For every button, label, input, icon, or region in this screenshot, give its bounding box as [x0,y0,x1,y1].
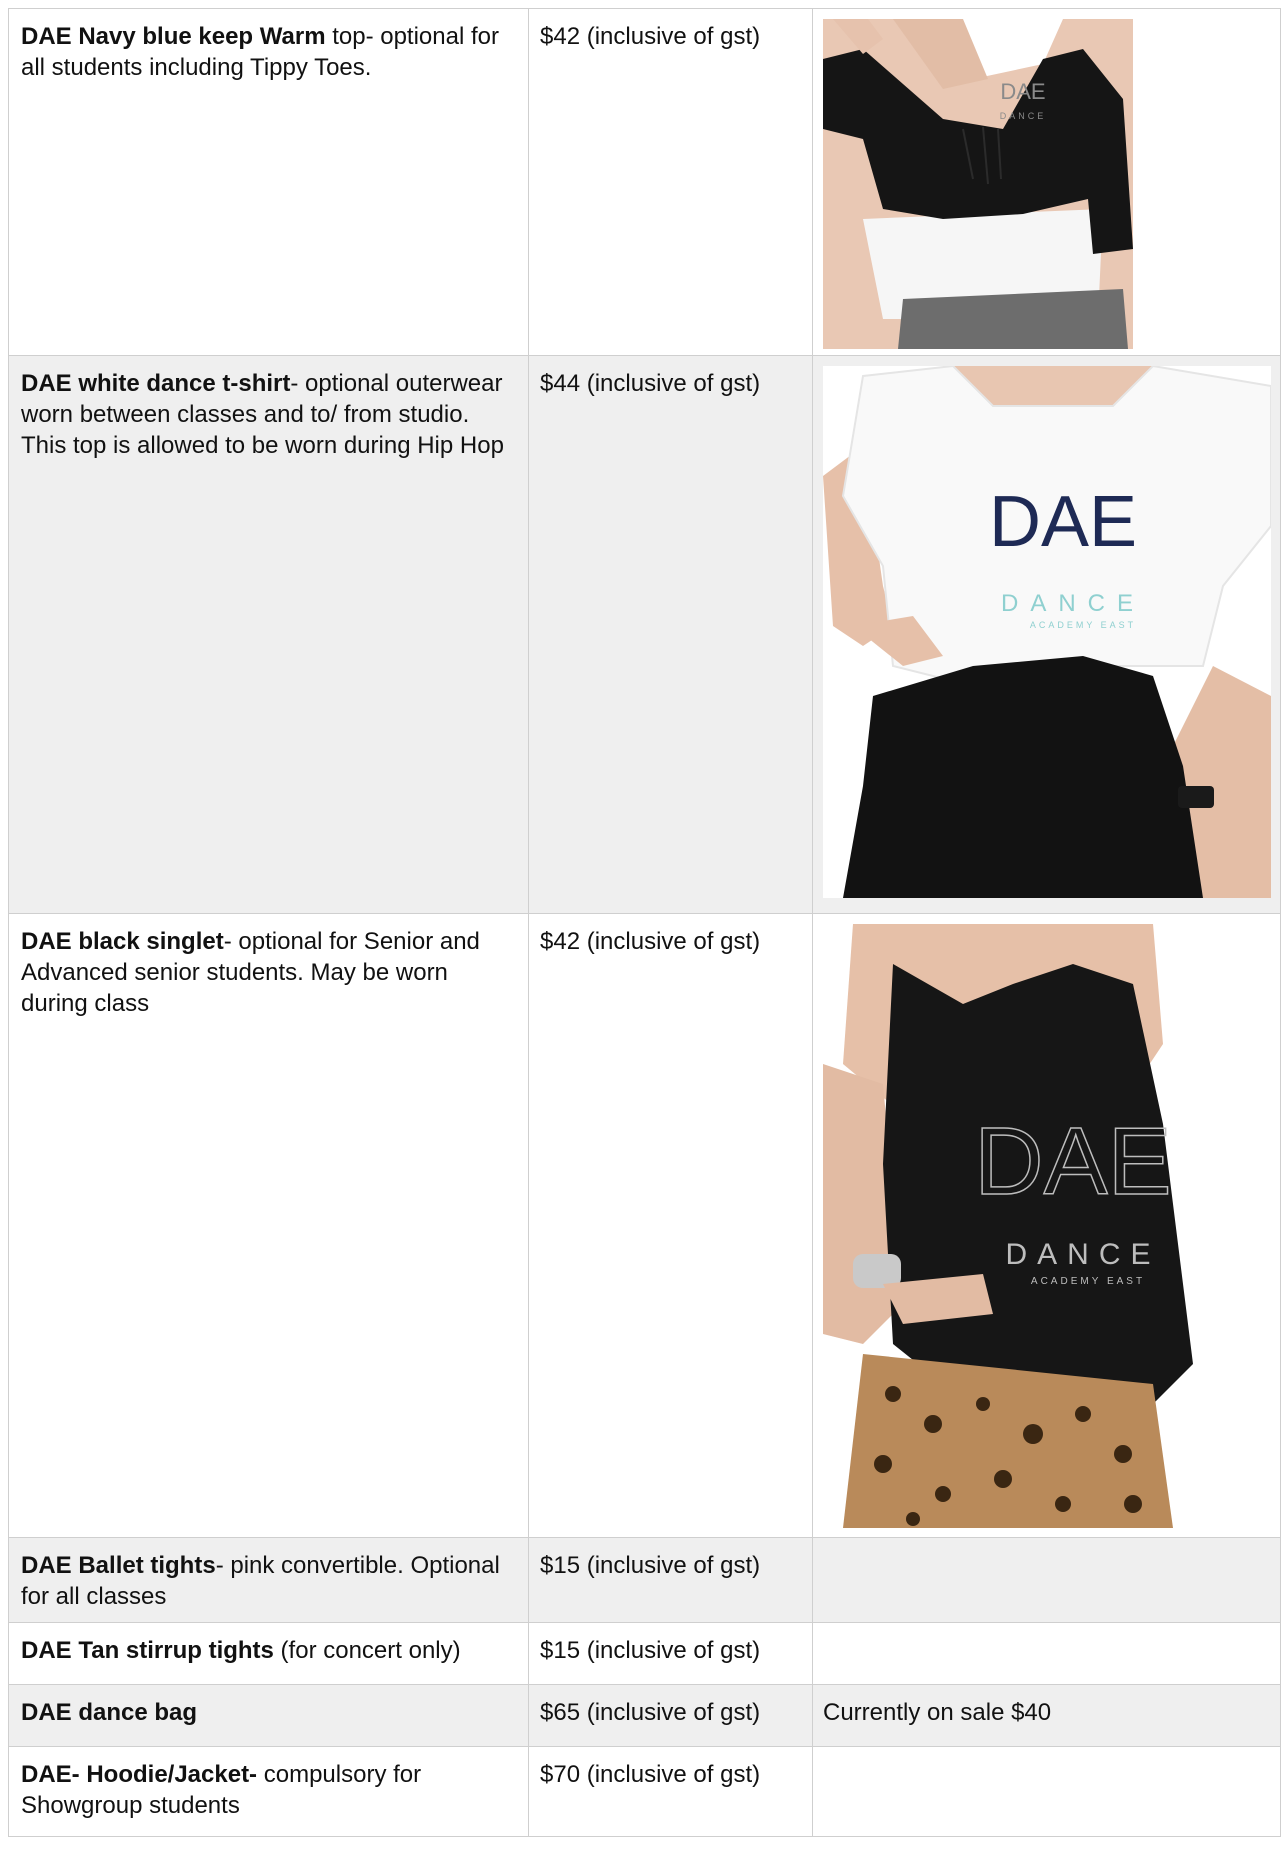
table-row: DAE Navy blue keep Warm top- optional fo… [8,8,1281,356]
item-name: DAE dance bag [21,1699,198,1726]
item-price-cell: $42 (inclusive of gst) [528,8,813,356]
item-price-cell: $70 (inclusive of gst) [528,1746,813,1837]
item-price-cell: $15 (inclusive of gst) [528,1622,813,1685]
item-note-cell [812,1537,1281,1623]
black-singlet-photo: DAE DANCE ACADEMY EAST [823,924,1213,1528]
item-name: DAE white dance t-shirt [21,370,291,397]
uniform-price-table: DAE Navy blue keep Warm top- optional fo… [8,8,1281,1837]
table-row: DAE- Hoodie/Jacket- compulsory for Showg… [8,1746,1281,1837]
item-note: Currently on sale $40 [823,1699,1052,1726]
item-price-cell: $42 (inclusive of gst) [528,913,813,1538]
item-note [813,1538,1280,1550]
item-note [813,1747,1280,1759]
item-price: $70 (inclusive of gst) [540,1761,761,1788]
logo-letters: DAE [1000,79,1045,104]
item-price: $42 (inclusive of gst) [540,23,761,50]
logo-letters: DAE [989,482,1137,562]
logo-word: DANCE [1000,111,1047,121]
item-price: $15 (inclusive of gst) [540,1552,761,1579]
item-image-cell: DAE DANCE ACADEMY EAST [812,913,1281,1538]
item-note [813,1623,1280,1635]
item-description-cell: DAE- Hoodie/Jacket- compulsory for Showg… [8,1746,529,1837]
item-description-cell: DAE black singlet- optional for Senior a… [8,913,529,1538]
table-row: DAE Ballet tights- pink convertible. Opt… [8,1537,1281,1623]
item-name: DAE Tan stirrup tights [21,1637,274,1664]
item-description: (for concert only) [273,1637,461,1664]
item-name: DAE Ballet tights [21,1552,216,1579]
white-tshirt-photo: DAE DANCE ACADEMY EAST [823,366,1271,898]
item-name: DAE black singlet [21,928,224,955]
item-price-cell: $65 (inclusive of gst) [528,1684,813,1747]
item-price: $15 (inclusive of gst) [540,1637,761,1664]
item-price: $42 (inclusive of gst) [540,928,761,955]
item-description-cell: DAE Tan stirrup tights (for concert only… [8,1622,529,1685]
item-note-cell [812,1746,1281,1837]
keep-warm-top-photo: DAE DANCE [823,19,1133,349]
item-note-cell: Currently on sale $40 [812,1684,1281,1747]
table-row: DAE Tan stirrup tights (for concert only… [8,1622,1281,1685]
item-image-cell: DAE DANCE [812,8,1281,356]
table-row: DAE white dance t-shirt- optional outerw… [8,355,1281,914]
item-name: DAE Navy blue keep Warm [21,23,326,50]
logo-word: DANCE [1001,590,1145,617]
item-description-cell: DAE white dance t-shirt- optional outerw… [8,355,529,914]
item-description-cell: DAE dance bag [8,1684,529,1747]
table-row: DAE dance bag $65 (inclusive of gst) Cur… [8,1684,1281,1747]
item-description-cell: DAE Ballet tights- pink convertible. Opt… [8,1537,529,1623]
logo-word: DANCE [1005,1238,1160,1271]
logo-sub: ACADEMY EAST [1030,620,1136,630]
item-image-cell: DAE DANCE ACADEMY EAST [812,355,1281,914]
table-row: DAE black singlet- optional for Senior a… [8,913,1281,1538]
logo-sub: ACADEMY EAST [1031,1276,1145,1287]
item-price: $44 (inclusive of gst) [540,370,761,397]
logo-letters: DAE [974,1108,1171,1215]
item-price: $65 (inclusive of gst) [540,1699,761,1726]
item-note-cell [812,1622,1281,1685]
item-name: DAE- Hoodie/Jacket- [21,1761,258,1788]
item-price-cell: $44 (inclusive of gst) [528,355,813,914]
item-description-cell: DAE Navy blue keep Warm top- optional fo… [8,8,529,356]
item-price-cell: $15 (inclusive of gst) [528,1537,813,1623]
